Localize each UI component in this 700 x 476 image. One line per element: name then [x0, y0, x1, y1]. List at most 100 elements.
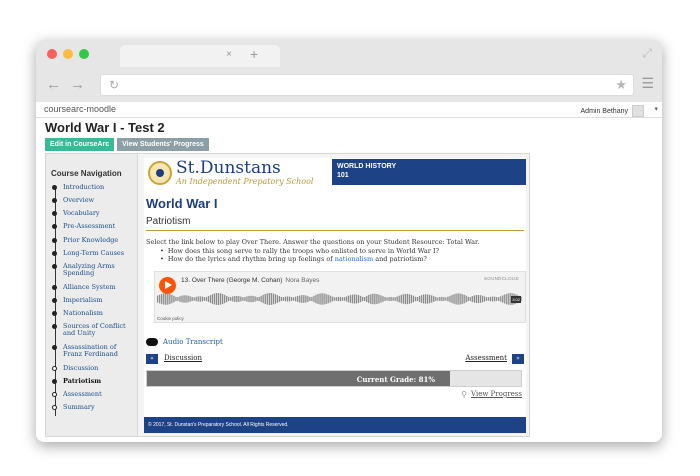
- next-page-button[interactable]: »: [512, 354, 524, 364]
- lesson-pager: « Discussion Assessment »: [146, 354, 524, 364]
- sidebar-item-label: Prior Knowledge: [63, 236, 119, 244]
- nav-dot-icon: [52, 264, 57, 269]
- reload-icon[interactable]: ↻: [109, 78, 119, 92]
- sidebar-item[interactable]: Discussion: [52, 364, 134, 372]
- course-name: WORLD HISTORY: [337, 163, 397, 170]
- track-info: 13. Over There (George M. Cohan) Nora Bay…: [181, 277, 319, 284]
- sidebar-heading: Course Navigation: [51, 169, 122, 178]
- nav-dot-icon: [52, 211, 57, 216]
- school-logo: St.Dunstans An Independent Prepatory Sch…: [148, 160, 313, 186]
- previous-page-link[interactable]: Discussion: [164, 354, 202, 362]
- sidebar-item-label: Discussion: [63, 364, 99, 372]
- sidebar-item[interactable]: Imperialism: [52, 297, 134, 304]
- sidebar-item[interactable]: Vocabulary: [52, 209, 134, 217]
- user-menu[interactable]: Admin Bethany: [581, 105, 644, 117]
- window-controls: [47, 49, 89, 59]
- nav-dot-icon: [52, 392, 57, 397]
- browser-menu-icon[interactable]: ☰: [641, 75, 654, 92]
- lesson-main: St.Dunstans An Independent Prepatory Sch…: [144, 158, 526, 433]
- sidebar-item[interactable]: Patriotism: [52, 378, 134, 385]
- nav-dot-icon: [52, 379, 57, 384]
- previous-page-button[interactable]: «: [146, 354, 158, 364]
- question-2-pre: How do the lyrics and rhythm bring up fe…: [167, 255, 335, 263]
- sidebar-item[interactable]: Long-Term Causes: [52, 250, 134, 257]
- sidebar-item[interactable]: Assessment: [52, 390, 134, 398]
- nav-dot-icon: [52, 405, 57, 410]
- nav-dot-icon: [52, 345, 57, 350]
- sidebar-item-label: Assessment: [63, 390, 102, 398]
- course-navigation: Course Navigation Introduction Overview Vo…: [46, 154, 138, 436]
- view-progress-label: View Progress: [471, 390, 522, 398]
- view-progress-link[interactable]: ⚲ View Progress: [461, 390, 522, 399]
- nationalism-link[interactable]: nationalism: [335, 255, 373, 263]
- sidebar-item-label: Sources of Conflict and Unity: [63, 322, 126, 337]
- sidebar-item[interactable]: Sources of Conflict and Unity: [52, 322, 134, 337]
- sidebar-item-label: Alliance System: [63, 283, 116, 291]
- sidebar-item-label: Assassination of Franz Ferdinand: [63, 343, 118, 358]
- minimize-window-button[interactable]: [63, 49, 73, 59]
- forward-arrow-icon[interactable]: →: [70, 76, 85, 93]
- track-title[interactable]: 13. Over There (George M. Cohan): [181, 277, 282, 284]
- address-row: ← → ↻ ★ ☰: [36, 70, 662, 100]
- sidebar-item[interactable]: Pre-Assessment: [52, 222, 134, 230]
- edit-in-coursearc-button[interactable]: Edit in CourseArc: [45, 138, 115, 151]
- cookie-policy-link[interactable]: Cookie policy: [157, 316, 184, 321]
- grade-bar: Current Grade: 81%: [146, 370, 522, 387]
- sidebar-item[interactable]: Prior Knowledge: [52, 236, 134, 244]
- close-tab-icon[interactable]: ×: [226, 49, 232, 60]
- page-footer: © 2017, St. Dunstan's Preparatory School…: [144, 417, 526, 433]
- avatar: [632, 105, 644, 117]
- url-bar[interactable]: ↻ ★: [100, 74, 634, 96]
- new-tab-icon[interactable]: +: [250, 46, 258, 62]
- expand-icon[interactable]: ⤢: [642, 46, 652, 61]
- nav-dot-icon: [52, 185, 57, 190]
- section-divider: [146, 230, 524, 231]
- soundcloud-player: 13. Over There (George M. Cohan) Nora Bay…: [154, 271, 526, 323]
- sidebar-item[interactable]: Introduction: [52, 183, 134, 191]
- maximize-window-button[interactable]: [79, 49, 89, 59]
- view-students-progress-button[interactable]: View Students' Progress: [117, 138, 209, 151]
- browser-window: × + ⤢ ← → ↻ ★ ☰ coursearc-moodle Admin B…: [36, 40, 662, 442]
- school-name: St.Dunstans: [176, 158, 281, 178]
- sidebar-item[interactable]: Summary: [52, 403, 134, 411]
- soundcloud-logo[interactable]: SOUNDCLOUD: [484, 276, 519, 281]
- current-grade: Current Grade: 81%: [356, 375, 435, 384]
- sidebar-item-label: Analyzing Arms Spending: [63, 262, 115, 277]
- audio-transcript-label: Audio Transcript: [163, 338, 223, 346]
- chevron-down-icon[interactable]: ▾: [654, 105, 658, 113]
- moodle-header: coursearc-moodle Admin Bethany ▾: [36, 102, 662, 118]
- course-number: 101: [337, 172, 349, 179]
- sidebar-item[interactable]: Overview: [52, 196, 134, 204]
- nav-dot-icon: [52, 298, 57, 303]
- sidebar-item-label: Summary: [63, 403, 95, 411]
- next-page-link[interactable]: Assessment: [465, 354, 507, 362]
- sidebar-item-label: Introduction: [63, 183, 105, 191]
- page-title: World War I - Test 2: [45, 120, 165, 135]
- question-2-post: and patriotism?: [373, 255, 427, 263]
- question-2: How do the lyrics and rhythm bring up fe…: [160, 255, 439, 263]
- nav-dot-icon: [52, 366, 57, 371]
- close-window-button[interactable]: [47, 49, 57, 59]
- sidebar-item-label: Vocabulary: [63, 209, 100, 217]
- site-brand[interactable]: coursearc-moodle: [44, 104, 116, 114]
- nav-dot-icon: [52, 224, 57, 229]
- instructions: Select the link below to play Over There…: [146, 238, 480, 246]
- school-tagline: An Independent Prepatory School: [176, 177, 314, 186]
- audio-transcript-link[interactable]: Audio Transcript: [146, 338, 223, 346]
- track-artist[interactable]: Nora Bayes: [285, 277, 319, 284]
- hearing-icon: [146, 338, 158, 346]
- lesson-title: World War I: [146, 196, 218, 211]
- sidebar-item-label: Pre-Assessment: [63, 222, 116, 230]
- sidebar-item[interactable]: Nationalism: [52, 310, 134, 317]
- sidebar-item[interactable]: Analyzing Arms Spending: [52, 262, 134, 277]
- sidebar-item-label: Overview: [63, 196, 95, 204]
- sidebar-item[interactable]: Alliance System: [52, 283, 134, 291]
- bookmark-star-icon[interactable]: ★: [615, 77, 627, 93]
- back-arrow-icon[interactable]: ←: [46, 76, 61, 93]
- sidebar-item[interactable]: Assassination of Franz Ferdinand: [52, 343, 134, 358]
- track-duration: 3:02: [511, 296, 521, 303]
- course-label-box: WORLD HISTORY 101: [332, 159, 526, 185]
- audio-waveform[interactable]: [157, 292, 523, 306]
- nav-dot-icon: [52, 324, 57, 329]
- lesson-container: Course Navigation Introduction Overview Vo…: [45, 153, 530, 437]
